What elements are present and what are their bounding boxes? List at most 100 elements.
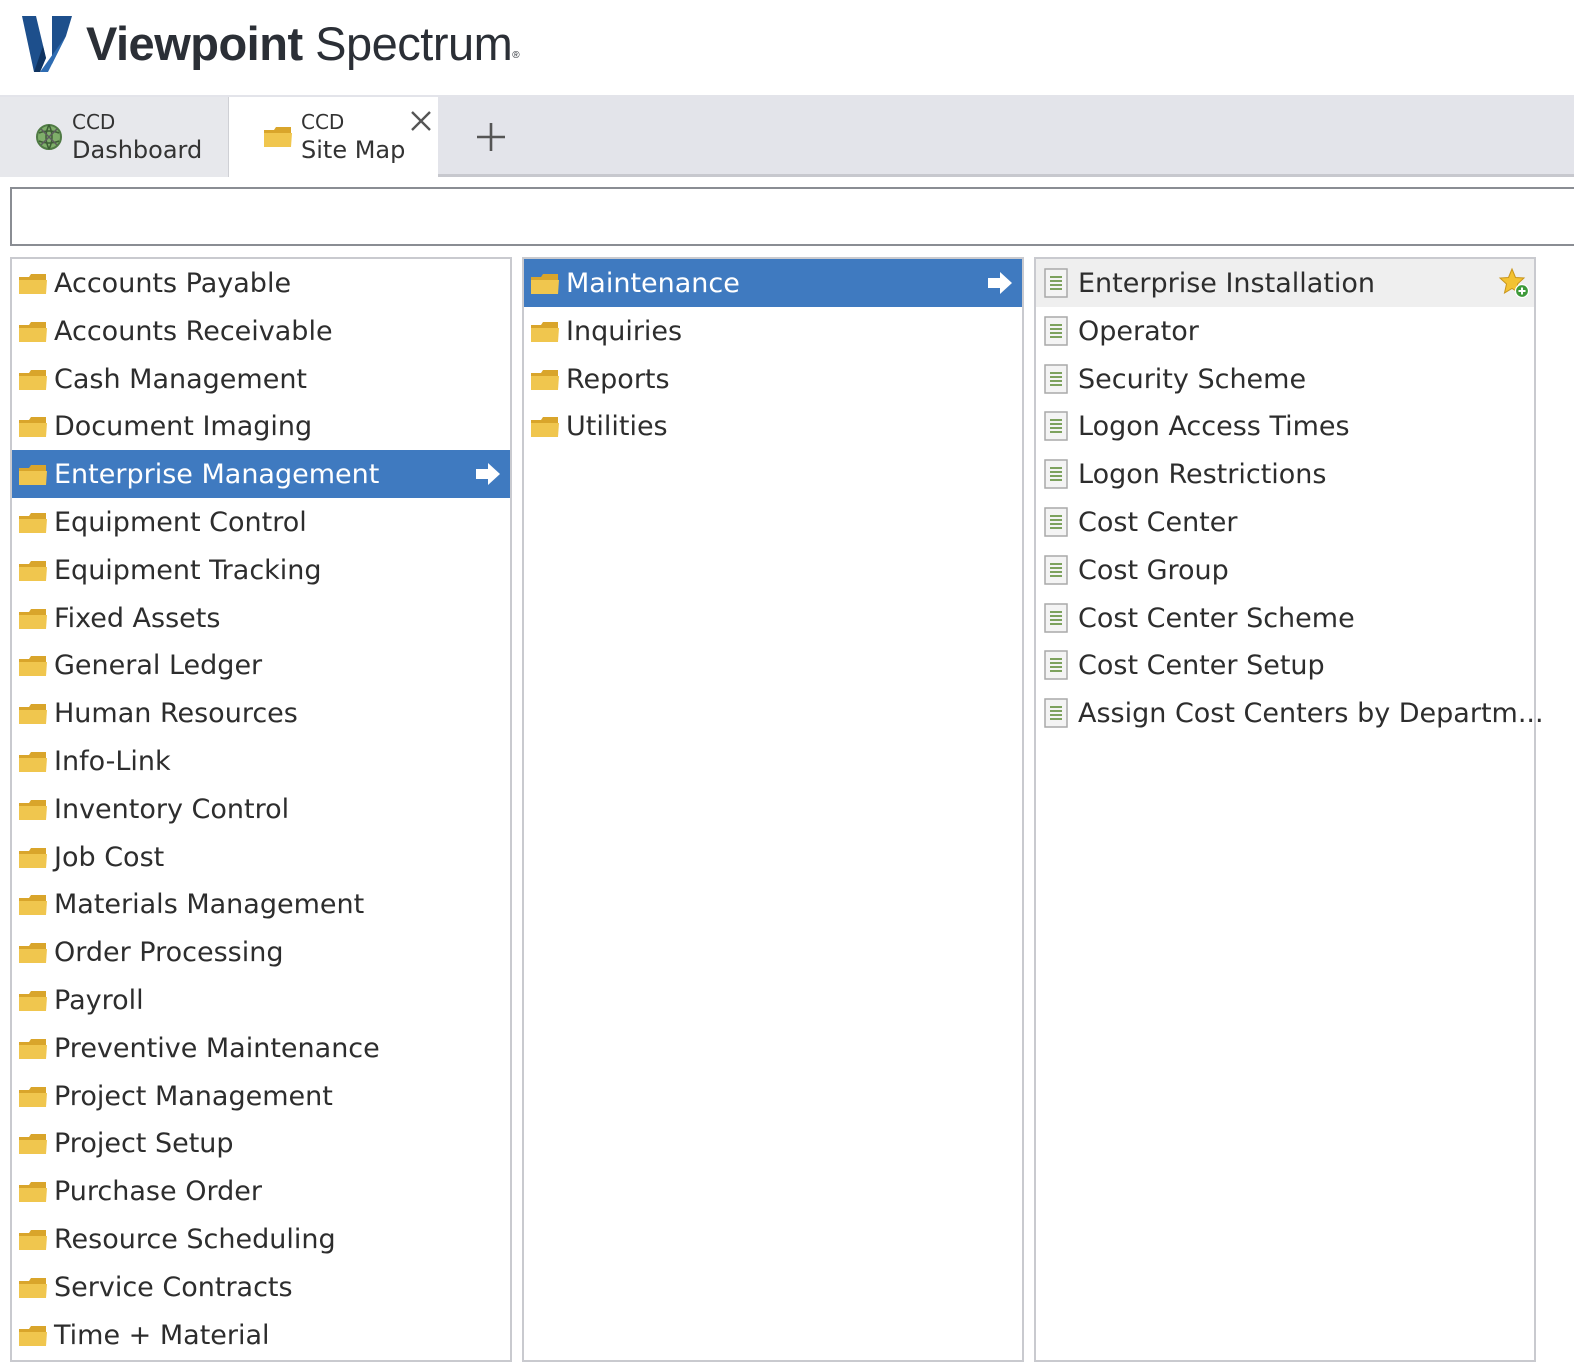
- module-item-cash-management[interactable]: Cash Management: [12, 355, 510, 403]
- module-item-inventory-control[interactable]: Inventory Control: [12, 785, 510, 833]
- screen-label: Logon Access Times: [1078, 411, 1350, 443]
- folder-icon: [264, 127, 292, 147]
- app-header: Viewpoint Spectrum®: [0, 0, 1574, 95]
- module-label: Order Processing: [54, 937, 284, 969]
- document-icon: [1044, 507, 1068, 537]
- module-label: Fixed Assets: [54, 602, 221, 634]
- tab-line1: CCD: [301, 110, 345, 134]
- screen-label: Assign Cost Centers by Departm...: [1078, 698, 1544, 730]
- folder-icon: [19, 799, 47, 820]
- brand-title: Viewpoint Spectrum®: [86, 17, 520, 70]
- module-label: Equipment Control: [54, 506, 307, 538]
- module-item-document-imaging[interactable]: Document Imaging: [12, 402, 510, 450]
- module-label: Enterprise Management: [54, 459, 380, 491]
- module-item-project-management[interactable]: Project Management: [12, 1072, 510, 1120]
- module-item-accounts-receivable[interactable]: Accounts Receivable: [12, 307, 510, 355]
- screen-item-enterprise-installation[interactable]: Enterprise Installation: [1036, 259, 1534, 307]
- module-item-project-setup[interactable]: Project Setup: [12, 1119, 510, 1167]
- module-label: Service Contracts: [54, 1271, 293, 1303]
- folder-icon: [19, 465, 47, 486]
- screen-item-operator[interactable]: Operator: [1036, 307, 1534, 355]
- document-icon: [1044, 650, 1068, 681]
- folder-icon: [19, 656, 47, 677]
- screen-item-cost-center-setup[interactable]: Cost Center Setup: [1036, 641, 1534, 689]
- document-icon: [1044, 602, 1068, 633]
- add-tab-icon[interactable]: [474, 120, 508, 154]
- folder-icon: [19, 560, 47, 581]
- folder-icon: [19, 417, 47, 438]
- screen-item-logon-access-times[interactable]: Logon Access Times: [1036, 402, 1534, 450]
- search-input[interactable]: [10, 187, 1574, 246]
- document-icon: [1044, 698, 1068, 728]
- folder-icon: [19, 1229, 47, 1250]
- module-item-info-link[interactable]: Info-Link: [12, 737, 510, 785]
- screen-item-assign-cost-centers-by-departm[interactable]: Assign Cost Centers by Departm...: [1036, 689, 1544, 737]
- module-item-payroll[interactable]: Payroll: [12, 976, 510, 1024]
- folder-icon: [531, 369, 559, 390]
- module-item-general-ledger[interactable]: General Ledger: [12, 641, 510, 689]
- module-item-service-contracts[interactable]: Service Contracts: [12, 1263, 510, 1311]
- module-item-fixed-assets[interactable]: Fixed Assets: [12, 594, 510, 642]
- module-item-job-cost[interactable]: Job Cost: [12, 833, 510, 881]
- folder-icon: [19, 943, 47, 964]
- tab-ccd-dashboard[interactable]: CCD Dashboard: [0, 97, 229, 177]
- module-label: Preventive Maintenance: [54, 1032, 380, 1064]
- folder-icon: [19, 1134, 47, 1155]
- module-label: Project Management: [54, 1080, 333, 1112]
- tab-title: Site Map: [301, 136, 406, 164]
- module-label: Resource Scheduling: [54, 1223, 336, 1255]
- folder-icon: [19, 274, 47, 294]
- category-item-utilities[interactable]: Utilities: [524, 402, 1022, 450]
- folder-icon: [19, 990, 47, 1011]
- folder-icon: [531, 274, 559, 294]
- module-item-equipment-control[interactable]: Equipment Control: [12, 498, 510, 546]
- folder-icon: [19, 512, 47, 533]
- module-label: Payroll: [54, 984, 144, 1016]
- module-label: Equipment Tracking: [54, 554, 322, 586]
- category-item-reports[interactable]: Reports: [524, 355, 1022, 403]
- modules-list: Accounts Payable Accounts Receivable Cash …: [12, 259, 510, 1358]
- module-label: Accounts Receivable: [54, 315, 333, 347]
- module-label: Cash Management: [54, 363, 308, 395]
- module-item-preventive-maintenance[interactable]: Preventive Maintenance: [12, 1024, 510, 1072]
- document-icon: [1044, 363, 1068, 394]
- tab-ccd-site-map[interactable]: CCD Site Map: [229, 97, 438, 180]
- screen-item-security-scheme[interactable]: Security Scheme: [1036, 355, 1534, 403]
- module-label: Job Cost: [54, 841, 165, 873]
- close-icon[interactable]: [409, 109, 433, 133]
- module-label: Time + Material: [54, 1319, 270, 1351]
- folder-icon: [19, 321, 47, 342]
- screen-item-logon-restrictions[interactable]: Logon Restrictions: [1036, 450, 1534, 498]
- folder-icon: [19, 369, 47, 390]
- module-item-accounts-payable[interactable]: Accounts Payable: [12, 259, 510, 307]
- module-item-materials-management[interactable]: Materials Management: [12, 880, 510, 928]
- module-item-human-resources[interactable]: Human Resources: [12, 689, 510, 737]
- category-label: Maintenance: [566, 268, 740, 299]
- module-item-resource-scheduling[interactable]: Resource Scheduling: [12, 1215, 510, 1263]
- category-item-maintenance[interactable]: Maintenance: [524, 259, 1022, 307]
- module-label: Materials Management: [54, 889, 365, 921]
- module-item-equipment-tracking[interactable]: Equipment Tracking: [12, 546, 510, 594]
- modules-panel: Accounts Payable Accounts Receivable Cash …: [10, 257, 512, 1362]
- folder-icon: [19, 1182, 47, 1203]
- screen-item-cost-center[interactable]: Cost Center: [1036, 498, 1534, 546]
- add-favorite-icon[interactable]: [1498, 267, 1530, 299]
- document-icon: [1044, 555, 1068, 585]
- document-icon: [1044, 411, 1068, 442]
- module-item-order-processing[interactable]: Order Processing: [12, 928, 510, 976]
- screen-label: Cost Group: [1078, 554, 1229, 586]
- module-label: Purchase Order: [54, 1176, 262, 1208]
- module-item-time-material[interactable]: Time + Material: [12, 1311, 510, 1359]
- category-item-inquiries[interactable]: Inquiries: [524, 307, 1022, 355]
- folder-icon: [19, 608, 47, 629]
- screen-label: Operator: [1078, 315, 1199, 347]
- module-item-enterprise-management[interactable]: Enterprise Management: [12, 450, 510, 498]
- screen-item-cost-center-scheme[interactable]: Cost Center Scheme: [1036, 594, 1534, 642]
- module-item-purchase-order[interactable]: Purchase Order: [12, 1167, 510, 1215]
- document-icon: [1044, 459, 1068, 489]
- document-icon: [1044, 316, 1068, 346]
- category-label: Inquiries: [566, 315, 683, 347]
- screen-item-cost-group[interactable]: Cost Group: [1036, 546, 1534, 594]
- arrow-right-icon: [476, 463, 500, 486]
- document-icon: [1044, 268, 1068, 298]
